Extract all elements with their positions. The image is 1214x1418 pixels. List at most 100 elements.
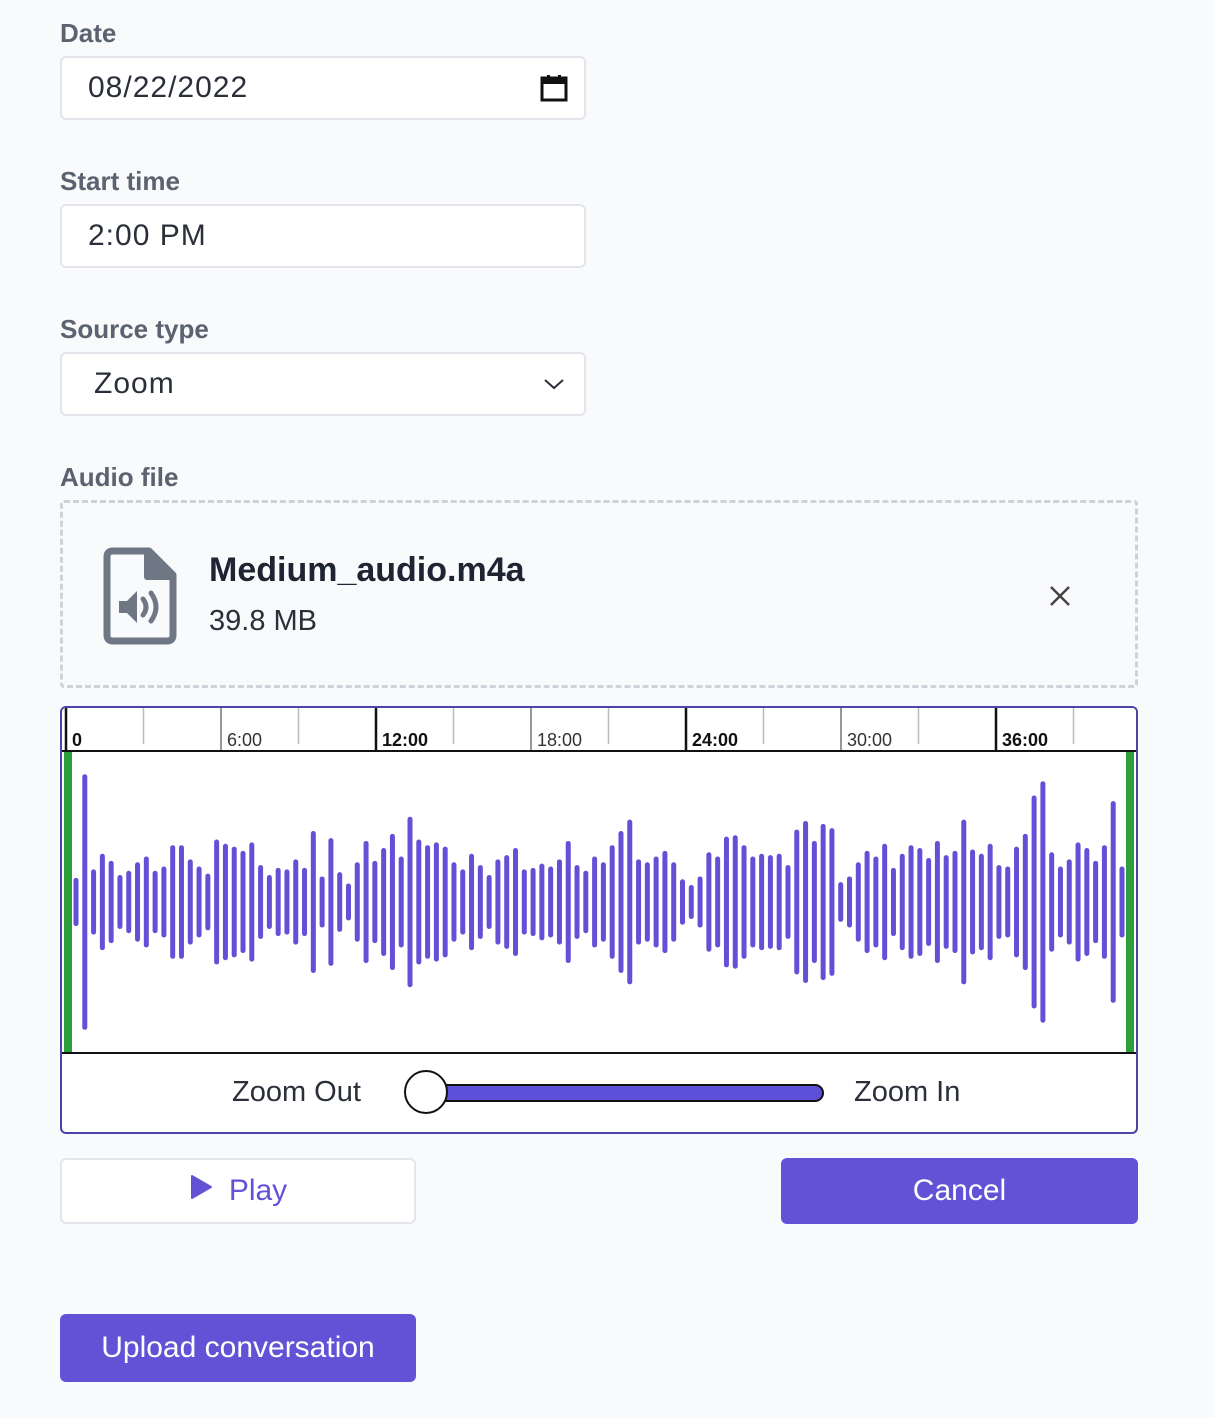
- waveform-bar: [345, 883, 351, 921]
- waveform-bar: [644, 862, 650, 942]
- waveform-bar: [416, 839, 422, 965]
- timeline-tick-label: 30:00: [847, 730, 893, 750]
- waveform-bar: [618, 831, 624, 973]
- waveform-bar: [741, 845, 747, 959]
- source-type-select[interactable]: Zoom: [60, 352, 586, 416]
- waveform-bar: [266, 875, 272, 929]
- waveform-bar: [794, 829, 800, 975]
- waveform-bar: [609, 845, 615, 959]
- waveform-bar: [715, 856, 721, 948]
- waveform-bar: [811, 840, 817, 964]
- upload-conversation-button[interactable]: Upload conversation: [60, 1314, 416, 1382]
- cancel-button[interactable]: Cancel: [781, 1158, 1138, 1224]
- waveform-bar: [310, 831, 316, 973]
- waveform-bar: [337, 872, 343, 932]
- zoom-slider-thumb[interactable]: [404, 1070, 448, 1114]
- waveform-start-marker[interactable]: [64, 752, 72, 1052]
- play-button[interactable]: Play: [60, 1158, 416, 1224]
- chevron-down-icon: [524, 354, 584, 414]
- waveform-bar: [99, 853, 105, 951]
- date-input[interactable]: 08/22/2022: [60, 56, 586, 120]
- close-icon[interactable]: [1045, 581, 1075, 611]
- waveform-bar: [934, 840, 940, 964]
- play-icon: [189, 1174, 213, 1208]
- waveform-bar: [706, 852, 712, 952]
- waveform-bar: [425, 845, 431, 959]
- waveform-bar: [1014, 846, 1020, 958]
- waveform-bar: [829, 828, 835, 976]
- waveform-bar: [284, 869, 290, 935]
- waveform-bar: [530, 867, 536, 937]
- waveform-bar: [653, 856, 659, 948]
- waveform-bar: [222, 843, 228, 961]
- waveform-bar: [671, 862, 677, 942]
- waveform-bar: [407, 816, 413, 988]
- waveform-bar: [952, 850, 958, 954]
- waveform-bar: [161, 866, 167, 938]
- waveform-bar: [319, 876, 325, 928]
- waveform-bar: [1093, 860, 1099, 944]
- waveform-bar: [943, 855, 949, 949]
- waveform-bar: [143, 856, 149, 948]
- waveform[interactable]: [62, 752, 1136, 1054]
- waveform-bar: [231, 846, 237, 958]
- waveform-bar: [135, 862, 141, 942]
- waveform-bar: [600, 862, 606, 942]
- waveform-bar: [908, 845, 914, 959]
- waveform-bar: [1110, 801, 1116, 1003]
- waveform-bar: [565, 840, 571, 964]
- waveform-end-marker[interactable]: [1126, 752, 1134, 1052]
- timeline-tick-label: 0: [72, 730, 83, 750]
- waveform-bar: [864, 850, 870, 954]
- waveform-bar: [240, 850, 246, 954]
- waveform-bar: [82, 774, 88, 1030]
- waveform-bar: [354, 862, 360, 942]
- waveform-bar: [170, 845, 176, 959]
- zoom-slider[interactable]: [404, 1070, 824, 1114]
- waveform-bar: [680, 879, 686, 925]
- waveform-bar: [803, 821, 809, 983]
- waveform-bar: [381, 848, 387, 956]
- waveform-bar: [688, 884, 694, 920]
- waveform-bar: [662, 850, 668, 954]
- waveform-bar: [636, 859, 642, 945]
- waveform-bar: [469, 853, 475, 951]
- waveform-bar: [732, 835, 738, 969]
- waveform-bar: [433, 842, 439, 962]
- waveform-bar: [73, 877, 79, 927]
- waveform-bar: [249, 842, 255, 962]
- waveform-bar: [583, 870, 589, 934]
- waveform-bar: [214, 839, 220, 965]
- start-time-input[interactable]: 2:00 PM: [60, 204, 586, 268]
- date-label: Date: [60, 18, 117, 48]
- waveform-bar: [460, 869, 466, 935]
- waveform-bar: [548, 866, 554, 938]
- waveform-bar: [477, 865, 483, 939]
- waveform-bar: [328, 838, 334, 966]
- waveform-player: 0 6:00 12:00 18:00 24:00 30:00 36:00 Zoom Out …: [60, 706, 1138, 1134]
- waveform-bar: [1119, 866, 1125, 938]
- waveform-bar: [750, 856, 756, 948]
- file-size: 39.8 MB: [209, 605, 317, 637]
- timeline[interactable]: 0 6:00 12:00 18:00 24:00 30:00 36:00: [62, 708, 1136, 752]
- waveform-bar: [117, 875, 123, 929]
- audio-dropzone[interactable]: Medium_audio.m4a 39.8 MB: [60, 500, 1138, 688]
- waveform-bar: [293, 859, 299, 945]
- audio-file-label: Audio file: [60, 462, 179, 492]
- waveform-bar: [785, 865, 791, 939]
- waveform-bar: [451, 862, 457, 942]
- waveform-bar: [275, 867, 281, 937]
- waveform-bar: [996, 865, 1002, 939]
- waveform-bar: [987, 843, 993, 961]
- waveform-bar: [1022, 833, 1028, 971]
- timeline-tick-label: 18:00: [537, 730, 583, 750]
- start-time-value: 2:00 PM: [88, 219, 207, 252]
- zoom-slider-track[interactable]: [406, 1084, 824, 1102]
- waveform-bar: [592, 856, 598, 948]
- waveform-bar: [389, 833, 395, 971]
- waveform-bar: [838, 882, 844, 922]
- waveform-bar: [917, 848, 923, 956]
- waveform-bar: [205, 873, 211, 931]
- timeline-tick-label: 24:00: [692, 730, 739, 750]
- calendar-icon[interactable]: [524, 58, 584, 118]
